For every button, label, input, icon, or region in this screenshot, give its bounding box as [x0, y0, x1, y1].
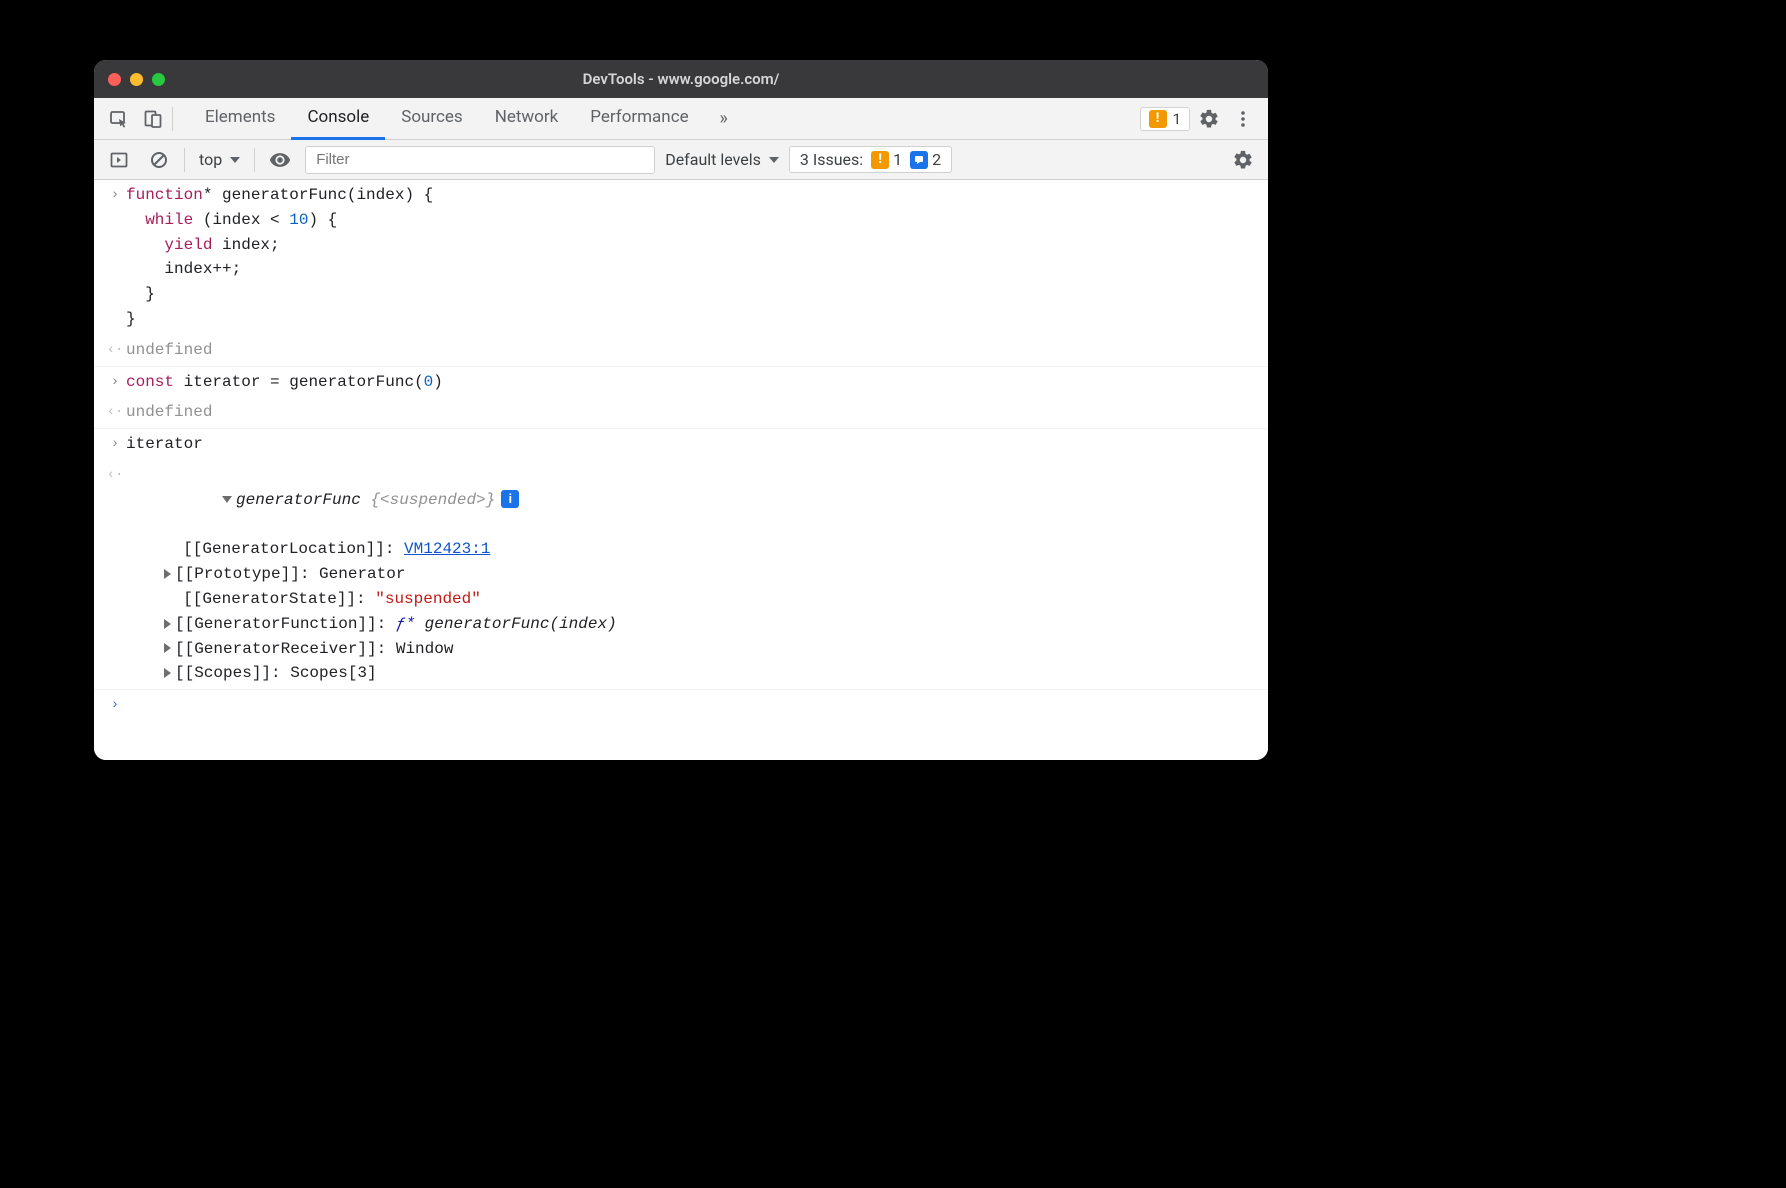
titlebar: DevTools - www.google.com/	[94, 60, 1268, 98]
log-levels-select[interactable]: Default levels	[665, 150, 779, 169]
console-object-row: ‹· generatorFunc {<suspended>} i [[Genera…	[94, 460, 1268, 690]
code-block[interactable]: iterator	[126, 432, 1254, 457]
divider	[172, 107, 173, 131]
code-block[interactable]: const iterator = generatorFunc(0)	[126, 370, 1254, 395]
window-title: DevTools - www.google.com/	[94, 70, 1268, 88]
source-link[interactable]: VM12423:1	[404, 540, 490, 558]
console-output[interactable]: › function* generatorFunc(index) { while…	[94, 180, 1268, 760]
divider	[184, 148, 185, 172]
warning-icon: !	[871, 151, 889, 169]
console-input[interactable]	[126, 693, 1254, 717]
result-value: undefined	[126, 400, 1254, 425]
result-icon: ‹·	[104, 338, 126, 363]
tab-console[interactable]: Console	[291, 98, 385, 140]
tab-sources[interactable]: Sources	[385, 98, 478, 140]
object-property[interactable]: [[GeneratorFunction]]: ƒ* generatorFunc(…	[164, 612, 1254, 637]
divider	[254, 148, 255, 172]
info-badge-icon[interactable]: i	[501, 490, 519, 508]
console-result-row: ‹· undefined	[94, 335, 1268, 367]
input-prompt-icon: ›	[104, 183, 126, 332]
issues-button[interactable]: 3 Issues: ! 1 2	[789, 146, 952, 173]
disclosure-triangle-down-icon[interactable]	[222, 496, 232, 503]
live-expression-icon[interactable]	[265, 145, 295, 175]
chevron-down-icon	[230, 157, 240, 163]
clear-console-icon[interactable]	[144, 145, 174, 175]
device-toolbar-icon[interactable]	[138, 104, 168, 134]
inspect-element-icon[interactable]	[104, 104, 134, 134]
execution-context-select[interactable]: top	[195, 150, 244, 169]
object-class-name: generatorFunc	[236, 491, 370, 509]
disclosure-triangle-right-icon[interactable]	[164, 619, 171, 629]
info-icon	[910, 151, 928, 169]
context-label: top	[199, 150, 222, 169]
console-input-row: › function* generatorFunc(index) { while…	[94, 180, 1268, 335]
disclosure-triangle-right-icon[interactable]	[164, 668, 171, 678]
maximize-window-button[interactable]	[152, 73, 165, 86]
object-property[interactable]: [[Prototype]]: Generator	[164, 562, 1254, 587]
devtools-window: DevTools - www.google.com/ Elements Cons…	[94, 60, 1268, 760]
object-property[interactable]: [[GeneratorReceiver]]: Window	[164, 637, 1254, 662]
console-result-row: ‹· undefined	[94, 397, 1268, 429]
input-prompt-icon: ›	[104, 432, 126, 457]
result-value: undefined	[126, 338, 1254, 363]
code-block[interactable]: function* generatorFunc(index) { while (…	[126, 183, 1254, 332]
object-properties: [[GeneratorLocation]]: VM12423:1 [[Proto…	[126, 537, 1254, 686]
main-tabs-bar: Elements Console Sources Network Perform…	[94, 98, 1268, 140]
more-tabs-icon[interactable]: »	[709, 104, 739, 134]
console-prompt-row[interactable]: ›	[94, 690, 1268, 720]
close-window-button[interactable]	[108, 73, 121, 86]
tab-performance[interactable]: Performance	[574, 98, 704, 140]
chevron-down-icon	[769, 157, 779, 163]
tab-elements[interactable]: Elements	[189, 98, 291, 140]
warning-icon: !	[1149, 110, 1167, 128]
console-input-row: › iterator	[94, 429, 1268, 460]
object-property[interactable]: [[GeneratorLocation]]: VM12423:1	[164, 537, 1254, 562]
input-prompt-icon: ›	[104, 693, 126, 717]
warnings-count: 1	[1173, 110, 1181, 128]
issues-label: 3 Issues:	[800, 150, 863, 169]
traffic-lights	[108, 73, 165, 86]
result-icon: ‹·	[104, 463, 126, 686]
object-property[interactable]: [[Scopes]]: Scopes[3]	[164, 661, 1254, 686]
object-state: {<suspended>}	[370, 491, 495, 509]
filter-input[interactable]	[305, 146, 655, 174]
object-inspector[interactable]: generatorFunc {<suspended>} i [[Generator…	[126, 463, 1254, 686]
issues-warn-count: 1	[893, 150, 902, 169]
warnings-badge[interactable]: ! 1	[1140, 107, 1190, 131]
console-input-row: › const iterator = generatorFunc(0)	[94, 367, 1268, 398]
settings-icon[interactable]	[1194, 104, 1224, 134]
console-settings-icon[interactable]	[1228, 145, 1258, 175]
minimize-window-button[interactable]	[130, 73, 143, 86]
console-toolbar: top Default levels 3 Issues: ! 1 2	[94, 140, 1268, 180]
disclosure-triangle-right-icon[interactable]	[164, 569, 171, 579]
panel-tabs: Elements Console Sources Network Perform…	[189, 98, 705, 140]
result-icon: ‹·	[104, 400, 126, 425]
object-property[interactable]: [[GeneratorState]]: "suspended"	[164, 587, 1254, 612]
disclosure-triangle-right-icon[interactable]	[164, 643, 171, 653]
tab-network[interactable]: Network	[479, 98, 575, 140]
input-prompt-icon: ›	[104, 370, 126, 395]
toggle-sidebar-icon[interactable]	[104, 145, 134, 175]
kebab-menu-icon[interactable]	[1228, 104, 1258, 134]
levels-label: Default levels	[665, 150, 761, 169]
issues-info-count: 2	[932, 150, 941, 169]
